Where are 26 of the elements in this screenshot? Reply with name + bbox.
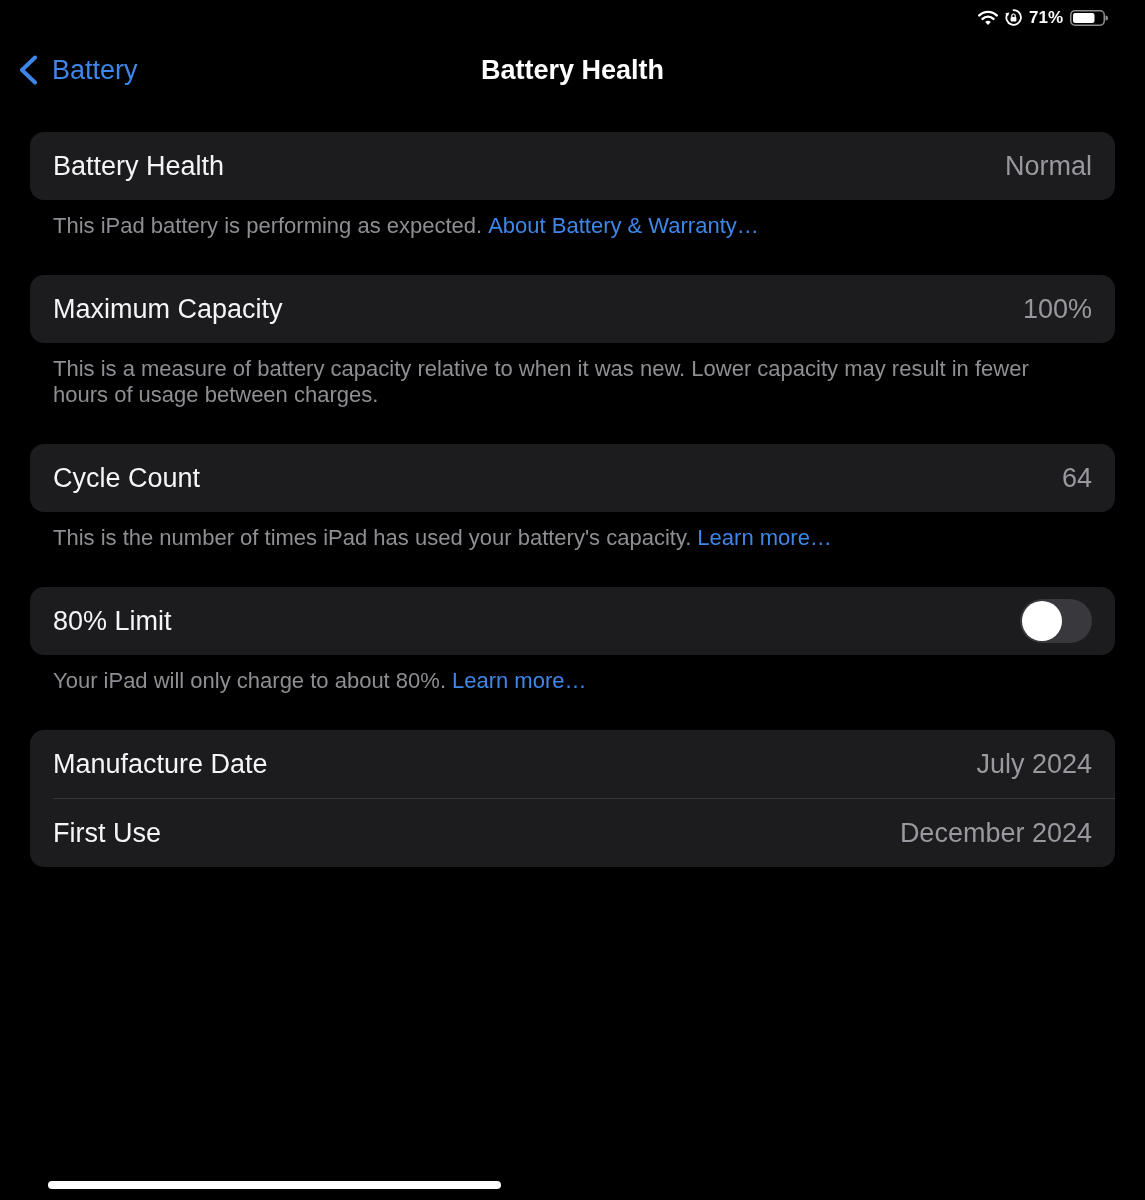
row-value: 100% (1022, 293, 1092, 325)
back-button[interactable]: Battery (18, 54, 138, 86)
row-label: Maximum Capacity (53, 293, 283, 325)
row-label: First Use (53, 817, 161, 849)
page-title: Battery Health (480, 54, 665, 86)
footer-text: This iPad battery is performing as expected. About Battery & Warranty… (52, 212, 760, 240)
footer-text: This is a measure of battery capacity relative to when it was new. Lower capacity may result in fewer hours of usage between charges. (52, 355, 1030, 409)
footer-link[interactable]: Learn more… (697, 525, 832, 550)
rotation-lock-icon (1004, 9, 1022, 26)
battery-icon (1070, 9, 1108, 26)
row-value: Normal (1005, 150, 1092, 182)
toggle-switch[interactable] (1020, 599, 1092, 643)
row-label: Cycle Count (53, 462, 201, 494)
row-value: 64 (1061, 462, 1092, 494)
row-label: 80% Limit (53, 605, 172, 637)
chevron-left-icon (18, 55, 38, 85)
row-value: December 2024 (899, 817, 1092, 849)
row-label: Manufacture Date (53, 748, 268, 780)
row-value: July 2024 (976, 748, 1092, 780)
row-label: Battery Health (53, 150, 225, 182)
battery-percentage: 71% (1028, 7, 1063, 28)
wifi-icon (977, 10, 998, 25)
footer-text: Your iPad will only charge to about 80%. Learn more… (52, 667, 588, 695)
footer-text: This is the number of times iPad has used your battery's capacity. Learn more… (52, 524, 833, 552)
footer-link[interactable]: Learn more… (451, 668, 587, 693)
footer-link[interactable]: About Battery & Warranty… (488, 213, 759, 238)
